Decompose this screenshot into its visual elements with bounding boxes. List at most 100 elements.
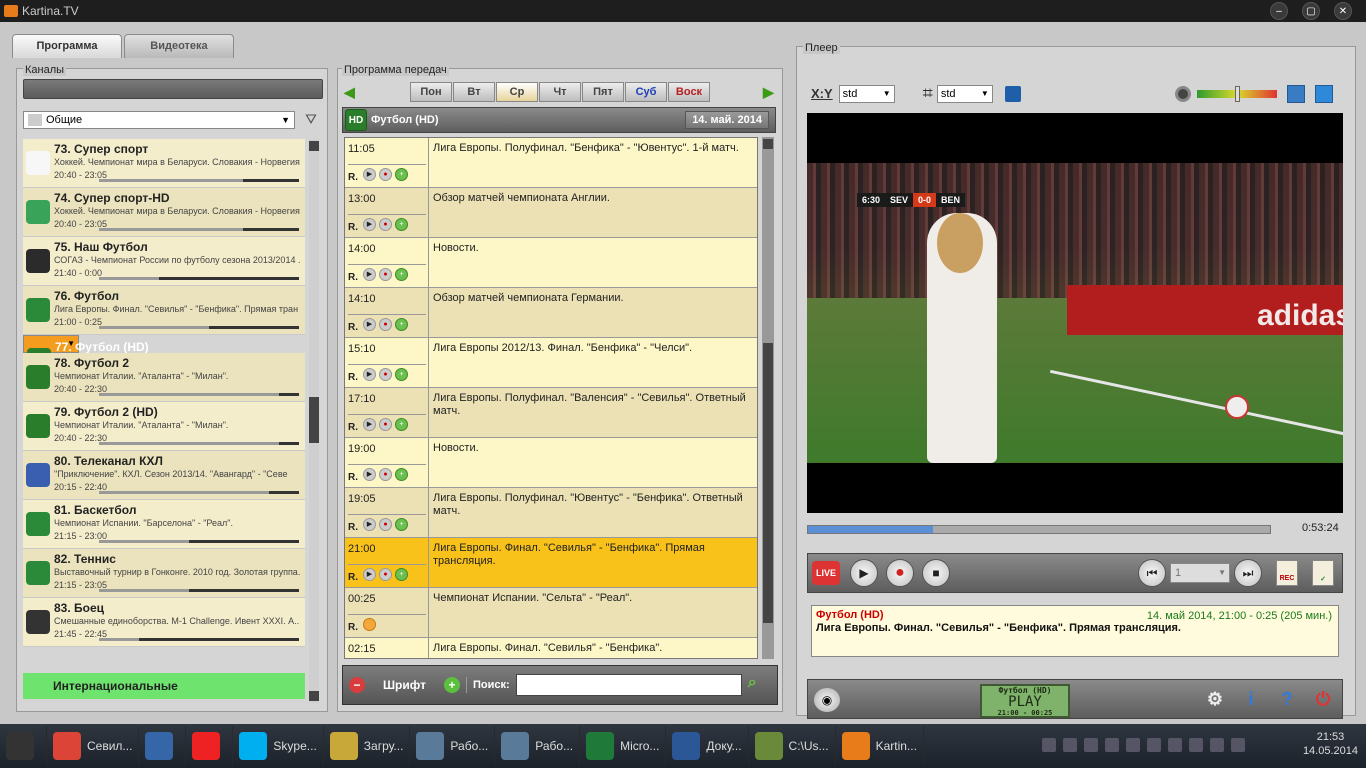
record-icon[interactable]: ● (379, 418, 392, 431)
record-icon[interactable]: ● (379, 318, 392, 331)
scroll-thumb[interactable] (309, 397, 319, 443)
channel-group-select[interactable]: Общие ▼ (23, 111, 295, 129)
scroll-up-button[interactable] (309, 141, 319, 151)
add-icon[interactable]: + (395, 268, 408, 281)
play-button[interactable]: ▶ (850, 559, 878, 587)
taskbar-item[interactable]: C:\Us... (749, 726, 836, 766)
next-button[interactable]: ⏭ (1234, 559, 1262, 587)
clock[interactable]: 21:53 14.05.2014 (1303, 730, 1358, 758)
program-search-input[interactable] (515, 674, 742, 696)
aspect-ratio-select[interactable]: std (838, 84, 895, 103)
record-icon[interactable]: ● (379, 518, 392, 531)
day-tab[interactable]: Суб (625, 82, 667, 102)
tray-icon[interactable] (1084, 738, 1098, 752)
search-icon[interactable]: ⌕ (748, 674, 770, 696)
add-icon[interactable]: + (395, 368, 408, 381)
taskbar-item[interactable]: Рабо... (495, 726, 581, 766)
play-icon[interactable]: ▶ (363, 218, 376, 231)
program-row[interactable]: 13:00 R. ▶ ● + Обзор матчей чемпионата Анг… (345, 188, 757, 238)
play-icon[interactable]: ▶ (363, 518, 376, 531)
channel-search-bar[interactable] (23, 79, 323, 99)
schedule-check-icon[interactable]: ✓ (1312, 560, 1334, 586)
record-icon[interactable]: ● (379, 218, 392, 231)
channel-item[interactable]: 74. Супер спорт-HD Хоккей. Чемпионат мир… (23, 188, 305, 237)
play-icon[interactable]: ▶ (363, 168, 376, 181)
channel-item[interactable]: 73. Супер спорт Хоккей. Чемпионат мира в… (23, 139, 305, 188)
taskbar-item[interactable] (186, 726, 234, 766)
taskbar-item[interactable]: Доку... (666, 726, 749, 766)
program-row[interactable]: 17:10 R. ▶ ● + Лига Европы. Полуфинал. "Ва… (345, 388, 757, 438)
help-icon[interactable]: ? (1274, 686, 1300, 712)
program-row[interactable]: 00:25 R. Чемпионат Испании. "Сельта" - "… (345, 588, 757, 638)
record-icon[interactable]: ● (379, 168, 392, 181)
program-row[interactable]: 21:00 R. ▶ ● + Лига Европы. Финал. "Севиль… (345, 538, 757, 588)
day-tab[interactable]: Чт (539, 82, 581, 102)
gear-icon[interactable]: ⚙ (1202, 686, 1228, 712)
video-area[interactable]: adidas 6:30 SEV 0-0 BEN (807, 113, 1343, 513)
close-button[interactable]: ✕ (1334, 2, 1352, 20)
program-row[interactable]: 14:10 R. ▶ ● + Обзор матчей чемпионата Гер… (345, 288, 757, 338)
scroll-up-button[interactable] (763, 139, 773, 149)
taskbar-item[interactable] (0, 726, 47, 766)
add-icon[interactable]: + (395, 568, 408, 581)
settings-window-icon[interactable] (1287, 85, 1305, 103)
add-icon[interactable]: + (395, 218, 408, 231)
program-scrollbar[interactable] (762, 137, 774, 659)
channel-item[interactable]: 77. Футбол (HD) Лига Европы. Финал. "Сев… (23, 335, 300, 396)
minimize-button[interactable]: – (1270, 2, 1288, 20)
play-icon[interactable]: ▶ (363, 318, 376, 331)
channel-item[interactable]: 75. Наш Футбол СОГАЗ - Чемпионат России … (23, 237, 305, 286)
taskbar-item[interactable]: Skype... (233, 726, 324, 766)
channel-item[interactable]: 79. Футбол 2 (HD) Чемпионат Италии. "Ата… (23, 402, 305, 451)
add-icon[interactable]: + (395, 518, 408, 531)
tray-icon[interactable] (1210, 738, 1224, 752)
taskbar-item[interactable]: Севил... (47, 726, 140, 766)
add-icon[interactable]: + (395, 168, 408, 181)
play-icon[interactable]: ▶ (363, 368, 376, 381)
program-row[interactable]: 19:00 R. ▶ ● + Новости. (345, 438, 757, 488)
recordings-button[interactable]: REC (1276, 560, 1298, 586)
popout-icon[interactable] (1315, 85, 1333, 103)
channel-item[interactable]: 80. Телеканал КХЛ "Приключение". КХЛ. Се… (23, 451, 305, 500)
play-icon[interactable]: ▶ (363, 468, 376, 481)
day-tab[interactable]: Вт (453, 82, 495, 102)
day-tab[interactable]: Воск (668, 82, 710, 102)
tab-program[interactable]: Программа (12, 34, 122, 58)
seek-bar[interactable] (807, 525, 1271, 534)
alarm-icon[interactable] (363, 618, 376, 631)
tab-video-library[interactable]: Видеотека (124, 34, 234, 58)
channel-number-select[interactable]: 1 (1170, 563, 1230, 583)
tray-icon[interactable] (1168, 738, 1182, 752)
scroll-down-button[interactable] (309, 691, 319, 701)
arrow-right-icon[interactable]: ▶ (763, 84, 774, 101)
tray-icon[interactable] (1126, 738, 1140, 752)
font-decrease-button[interactable]: − (349, 677, 365, 693)
tray-icon[interactable] (1042, 738, 1056, 752)
program-row[interactable]: 11:05 R. ▶ ● + Лига Европы. Полуфинал. "Бе… (345, 138, 757, 188)
program-row[interactable]: 15:10 R. ▶ ● + Лига Европы 2012/13. Финал.… (345, 338, 757, 388)
save-icon[interactable] (1004, 85, 1021, 102)
record-icon[interactable]: ● (379, 268, 392, 281)
taskbar-item[interactable] (139, 726, 187, 766)
taskbar-item[interactable]: Micro... (580, 726, 667, 766)
channel-scrollbar[interactable] (309, 139, 319, 703)
taskbar-item[interactable]: Загру... (324, 726, 411, 766)
record-icon[interactable]: ● (379, 368, 392, 381)
live-button[interactable]: LIVE (812, 561, 840, 585)
tray-icon[interactable] (1105, 738, 1119, 752)
taskbar-item[interactable]: Рабо... (410, 726, 496, 766)
play-icon[interactable]: ▶ (363, 268, 376, 281)
play-icon[interactable]: ▶ (363, 418, 376, 431)
record-icon[interactable]: ● (379, 468, 392, 481)
info-icon[interactable]: i (1238, 686, 1264, 712)
channel-item[interactable]: 76. Футбол Лига Европы. Финал. "Севилья"… (23, 286, 305, 335)
scroll-thumb[interactable] (763, 343, 773, 623)
channel-item[interactable]: 83. Боец Смешанные единоборства. M-1 Cha… (23, 598, 305, 647)
record-icon[interactable]: ● (379, 568, 392, 581)
program-row[interactable]: 19:05 R. ▶ ● + Лига Европы. Полуфинал. "Юв… (345, 488, 757, 538)
power-icon[interactable]: ⏻ (1310, 686, 1336, 712)
filter-icon[interactable]: ⛛ (301, 111, 321, 129)
record-button[interactable]: ● (886, 559, 914, 587)
day-tab[interactable]: Пон (410, 82, 452, 102)
channel-group-international[interactable]: Интернациональные (23, 673, 305, 699)
